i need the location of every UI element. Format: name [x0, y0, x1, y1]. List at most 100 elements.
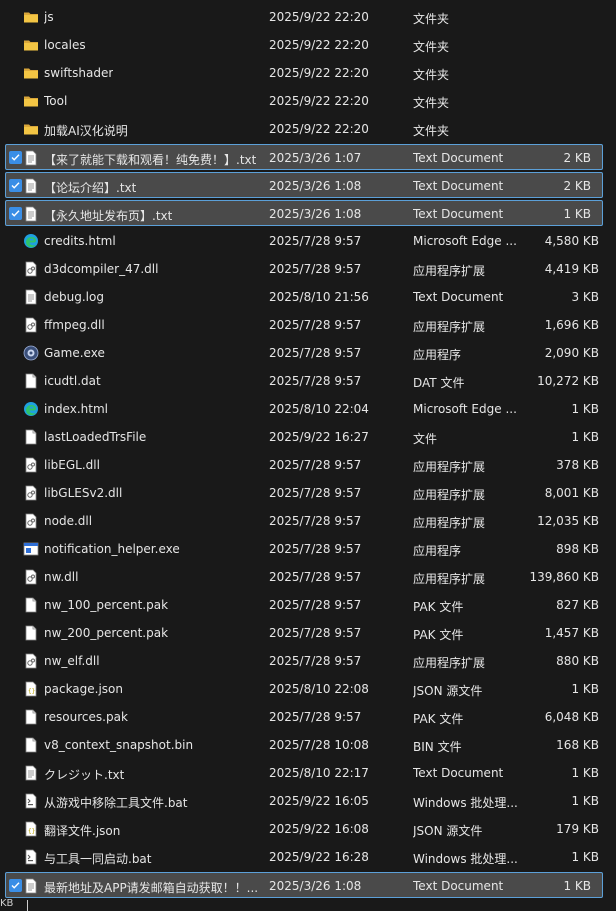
file-size: 139,860 KB: [529, 570, 599, 584]
blank-file-icon: [23, 737, 39, 753]
file-row[interactable]: credits.html 2025/7/28 9:57 Microsoft Edge…: [0, 228, 616, 254]
file-row[interactable]: locales 2025/9/22 22:20 文件夹: [0, 32, 616, 58]
file-row[interactable]: v8_context_snapshot.bin 2025/7/28 10:08 BI…: [0, 732, 616, 758]
file-type: 文件夹: [413, 12, 450, 26]
file-size: 1,696 KB: [544, 318, 599, 332]
row-checkbox[interactable]: [9, 207, 22, 220]
file-size: 1 KB: [571, 850, 599, 864]
file-row[interactable]: d3dcompiler_47.dll 2025/7/28 9:57 应用程序扩展 4,…: [0, 256, 616, 282]
file-row[interactable]: libGLESv2.dll 2025/7/28 9:57 应用程序扩展 8,001 K…: [0, 480, 616, 506]
file-row[interactable]: ffmpeg.dll 2025/7/28 9:57 应用程序扩展 1,696 KB: [0, 312, 616, 338]
dll-file-icon: [23, 569, 39, 585]
folder-icon: [23, 121, 39, 137]
file-row[interactable]: {} 翻译文件.json 2025/9/22 16:08 JSON 源文件 179 KB: [0, 816, 616, 842]
file-row[interactable]: {} package.json 2025/8/10 22:08 JSON 源文件 1 K…: [0, 676, 616, 702]
file-type: Text Document: [413, 179, 504, 193]
edge-html-icon: [23, 233, 39, 249]
file-name: nw_100_percent.pak: [44, 598, 169, 612]
file-size: 2 KB: [563, 151, 591, 165]
dll-file-icon: [23, 317, 39, 333]
file-name: swiftshader: [44, 66, 114, 80]
file-name: 最新地址及APP请发邮箱自动获取！！...: [44, 881, 258, 895]
file-row-selected[interactable]: 【永久地址发布页】.txt 2025/3/26 1:08 Text Document…: [5, 200, 603, 226]
file-row[interactable]: Tool 2025/9/22 22:20 文件夹: [0, 88, 616, 114]
file-date: 2025/7/28 9:57: [269, 626, 362, 640]
dll-file-icon: [23, 261, 39, 277]
file-name: js: [44, 10, 54, 24]
file-date: 2025/8/10 22:17: [269, 766, 369, 780]
file-date: 2025/9/22 22:20: [269, 38, 369, 52]
row-checkbox[interactable]: [9, 879, 22, 892]
file-type: DAT 文件: [413, 376, 465, 390]
file-row[interactable]: 从游戏中移除工具文件.bat 2025/9/22 16:05 Windows 批处理…: [0, 788, 616, 814]
file-row-selected[interactable]: 【来了就能下载和观看！纯免费！】.txt 2025/3/26 1:07 Text D…: [5, 144, 603, 170]
file-name: credits.html: [44, 234, 116, 248]
file-size: 168 KB: [556, 738, 599, 752]
file-date: 2025/7/28 9:57: [269, 486, 362, 500]
json-file-icon: {}: [23, 681, 39, 697]
file-date: 2025/9/22 22:20: [269, 122, 369, 136]
file-row[interactable]: debug.log 2025/8/10 21:56 Text Document 3 K…: [0, 284, 616, 310]
file-type: Windows 批处理...: [413, 852, 518, 866]
file-row[interactable]: icudtl.dat 2025/7/28 9:57 DAT 文件 10,272 KB: [0, 368, 616, 394]
file-row[interactable]: クレジット.txt 2025/8/10 22:17 Text Document 1 K…: [0, 760, 616, 786]
status-bar: KB: [0, 898, 616, 911]
file-name: 加载AI汉化说明: [44, 124, 128, 138]
folder-icon: [23, 37, 39, 53]
file-type: 应用程序扩展: [413, 516, 486, 530]
file-name: package.json: [44, 682, 124, 696]
file-name: notification_helper.exe: [44, 542, 180, 556]
status-text: KB: [0, 898, 14, 909]
file-row[interactable]: Game.exe 2025/7/28 9:57 应用程序 2,090 KB: [0, 340, 616, 366]
file-row-selected[interactable]: 最新地址及APP请发邮箱自动获取！！... 2025/3/26 1:08 Text …: [5, 872, 603, 898]
file-date: 2025/9/22 22:20: [269, 10, 369, 24]
file-date: 2025/9/22 16:08: [269, 822, 369, 836]
file-row[interactable]: nw.dll 2025/7/28 9:57 应用程序扩展 139,860 KB: [0, 564, 616, 590]
file-list: js 2025/9/22 22:20 文件夹 locales 2025/9/22 22:…: [0, 4, 616, 900]
file-size: 8,001 KB: [544, 486, 599, 500]
json-file-icon: {}: [23, 821, 39, 837]
folder-icon: [23, 93, 39, 109]
row-checkbox[interactable]: [9, 179, 22, 192]
file-row[interactable]: swiftshader 2025/9/22 22:20 文件夹: [0, 60, 616, 86]
text-file-icon: [23, 289, 39, 305]
file-date: 2025/7/28 9:57: [269, 374, 362, 388]
file-row[interactable]: js 2025/9/22 22:20 文件夹: [0, 4, 616, 30]
file-type: 文件夹: [413, 96, 450, 110]
file-date: 2025/7/28 9:57: [269, 234, 362, 248]
svg-text:{}: {}: [28, 688, 35, 695]
file-row[interactable]: 与工具一同启动.bat 2025/9/22 16:28 Windows 批处理...…: [0, 844, 616, 870]
file-date: 2025/9/22 16:28: [269, 850, 369, 864]
file-row[interactable]: nw_elf.dll 2025/7/28 9:57 应用程序扩展 880 KB: [0, 648, 616, 674]
file-row-selected[interactable]: 【论坛介绍】.txt 2025/3/26 1:08 Text Document 2 K…: [5, 172, 603, 198]
blank-file-icon: [23, 429, 39, 445]
dll-file-icon: [23, 653, 39, 669]
file-row[interactable]: lastLoadedTrsFile 2025/9/22 16:27 文件 1 KB: [0, 424, 616, 450]
file-date: 2025/7/28 9:57: [269, 514, 362, 528]
file-row[interactable]: node.dll 2025/7/28 9:57 应用程序扩展 12,035 KB: [0, 508, 616, 534]
file-row[interactable]: libEGL.dll 2025/7/28 9:57 应用程序扩展 378 KB: [0, 452, 616, 478]
file-row[interactable]: notification_helper.exe 2025/7/28 9:57 应用程…: [0, 536, 616, 562]
file-size: 10,272 KB: [537, 374, 599, 388]
file-name: locales: [44, 38, 86, 52]
file-size: 880 KB: [556, 654, 599, 668]
blank-file-icon: [23, 597, 39, 613]
row-checkbox[interactable]: [9, 151, 22, 164]
file-type: 文件: [413, 432, 438, 446]
file-name: lastLoadedTrsFile: [44, 430, 147, 444]
file-row[interactable]: nw_200_percent.pak 2025/7/28 9:57 PAK 文件 1,…: [0, 620, 616, 646]
file-row[interactable]: nw_100_percent.pak 2025/7/28 9:57 PAK 文件 82…: [0, 592, 616, 618]
file-type: Text Document: [413, 207, 504, 221]
exe-icon: [23, 541, 39, 557]
file-row[interactable]: resources.pak 2025/7/28 9:57 PAK 文件 6,048 K…: [0, 704, 616, 730]
file-name: 翻译文件.json: [44, 824, 121, 838]
file-type: Text Document: [413, 766, 504, 780]
file-date: 2025/7/28 9:57: [269, 458, 362, 472]
file-row[interactable]: 加载AI汉化说明 2025/9/22 22:20 文件夹: [0, 116, 616, 142]
file-row[interactable]: index.html 2025/8/10 22:04 Microsoft Edge …: [0, 396, 616, 422]
file-type: Text Document: [413, 879, 504, 893]
file-name: ffmpeg.dll: [44, 318, 105, 332]
file-name: nw_200_percent.pak: [44, 626, 169, 640]
dll-file-icon: [23, 485, 39, 501]
file-size: 1 KB: [563, 207, 591, 221]
